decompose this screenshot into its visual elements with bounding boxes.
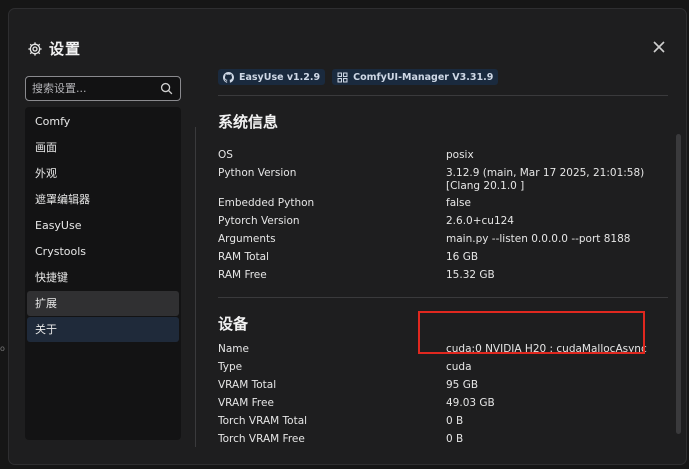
settings-dialog: 设置 Comfy 画面 外观 遮罩编辑器 EasyUse Crystools 快…	[8, 8, 687, 465]
sysinfo-key: RAM Free	[218, 269, 267, 281]
sysinfo-value: 2.6.0+cu124	[446, 215, 514, 227]
device-key: VRAM Free	[218, 397, 274, 409]
gear-icon	[28, 41, 42, 56]
sysinfo-value: posix	[446, 149, 474, 161]
sidebar-item-about[interactable]: 关于	[27, 317, 179, 342]
comfyui-manager-badge[interactable]: ComfyUI-Manager V3.31.9	[332, 69, 499, 85]
devices-title: 设备	[218, 315, 249, 333]
sidebar-divider	[195, 127, 196, 447]
github-icon	[223, 71, 234, 83]
sysinfo-key: Python Version	[218, 167, 297, 179]
sysinfo-key: Arguments	[218, 233, 276, 245]
device-value: 0 B	[446, 415, 464, 427]
system-info-title: 系统信息	[218, 113, 279, 131]
about-panel: EasyUse v1.2.9 ComfyUI-Manager V3.31.9 系…	[205, 67, 675, 457]
sysinfo-key: OS	[218, 149, 233, 161]
sysinfo-value: 16 GB	[446, 251, 479, 263]
search-icon[interactable]	[160, 82, 173, 95]
sidebar-item-comfy[interactable]: Comfy	[27, 109, 179, 134]
sysinfo-key: Pytorch Version	[218, 215, 300, 227]
sidebar-item-keybindings[interactable]: 快捷键	[27, 265, 179, 290]
section-divider	[218, 297, 668, 298]
sidebar-item-canvas[interactable]: 画面	[27, 135, 179, 160]
annotation-highlight-box	[418, 311, 645, 354]
sysinfo-value: 3.12.9 (main, Mar 17 2025, 21:01:58) [Cl…	[446, 167, 645, 192]
device-value: cuda	[446, 361, 472, 373]
sysinfo-key: RAM Total	[218, 251, 269, 263]
search-box	[25, 76, 181, 101]
device-value: 49.03 GB	[446, 397, 495, 409]
sidebar-item-extensions[interactable]: 扩展	[27, 291, 179, 316]
close-icon	[653, 41, 665, 53]
device-key: VRAM Total	[218, 379, 277, 391]
grid-icon	[337, 72, 348, 82]
sidebar-item-appearance[interactable]: 外观	[27, 161, 179, 186]
sidebar-item-mask-editor[interactable]: 遮罩编辑器	[27, 187, 179, 212]
sysinfo-value: 15.32 GB	[446, 269, 495, 281]
sidebar-item-easyuse[interactable]: EasyUse	[27, 213, 179, 238]
device-value: 0 B	[446, 433, 464, 445]
device-key: Type	[218, 361, 243, 373]
easyuse-badge[interactable]: EasyUse v1.2.9	[218, 69, 326, 85]
device-key: Torch VRAM Total	[218, 415, 308, 427]
comfyui-manager-badge-label: ComfyUI-Manager V3.31.9	[353, 71, 494, 83]
sysinfo-key: Embedded Python	[218, 197, 315, 209]
dialog-header: 设置	[27, 38, 81, 59]
easyuse-badge-label: EasyUse v1.2.9	[239, 71, 321, 83]
settings-sidebar: Comfy 画面 外观 遮罩编辑器 EasyUse Crystools 快捷键 …	[25, 107, 181, 440]
sysinfo-value: false	[446, 197, 471, 209]
search-input[interactable]	[32, 82, 152, 95]
close-button[interactable]	[652, 39, 666, 53]
sysinfo-value: main.py --listen 0.0.0.0 --port 8188	[446, 233, 631, 245]
dialog-title: 设置	[49, 40, 82, 58]
device-key: Name	[218, 343, 249, 355]
device-value: 95 GB	[446, 379, 479, 391]
badges-divider	[218, 95, 668, 96]
version-badges: EasyUse v1.2.9 ComfyUI-Manager V3.31.9	[218, 69, 499, 85]
device-key: Torch VRAM Free	[218, 433, 305, 445]
sidebar-item-crystools[interactable]: Crystools	[27, 239, 179, 264]
edge-fragment: o	[0, 344, 5, 353]
content-scrollbar[interactable]	[676, 134, 681, 434]
